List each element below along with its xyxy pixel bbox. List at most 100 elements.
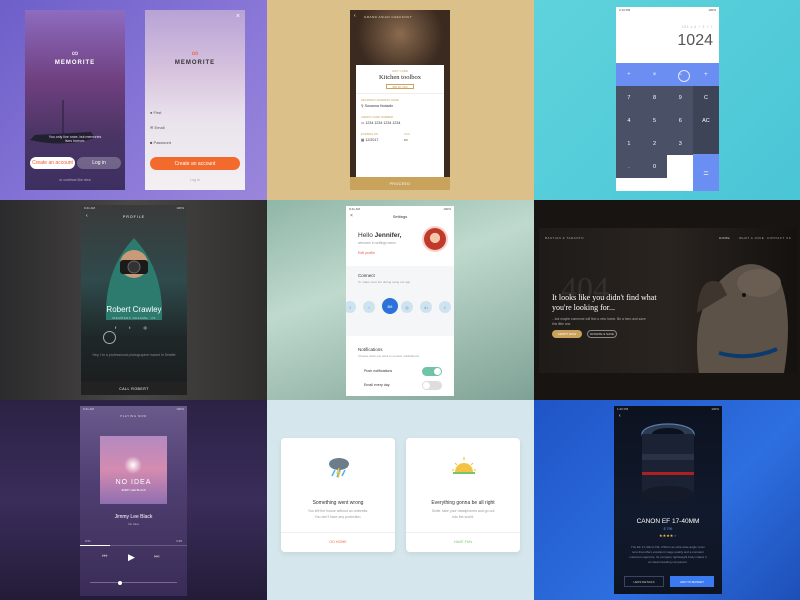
cover-title: NO IDEA [115,479,152,486]
album-name: No Idea [128,522,139,526]
social-connect-icon[interactable]: in [420,301,432,313]
donate-button[interactable]: DONATE & SAVE [587,330,617,338]
social-connect-icon[interactable]: ✓ [439,301,451,313]
shot-state-cards: Something went wrong You left the house … [267,400,534,600]
proceed-button[interactable]: PROCEED [350,177,450,190]
volume-slider[interactable] [90,580,177,585]
email-every-day-toggle[interactable] [422,381,442,390]
song-title: Jimmy Lee Black [114,514,153,520]
calc-key[interactable]: 9 [667,86,694,109]
lens-details-button[interactable]: LENS DETAILS [624,576,664,587]
product-title: Kitchen toolbox [378,74,422,81]
first-name-field[interactable]: ● First [150,110,161,115]
remaining-time: 3:35 [176,539,182,543]
name-input[interactable]: ⚲ Susanna Hodadin [361,104,393,108]
password-field[interactable]: ■ Password [150,140,171,145]
dog-photo [697,264,788,373]
calc-key[interactable]: × [642,63,668,86]
checkout-header: GRAND ASIAN CHECKOUT [364,15,413,19]
calc-key[interactable]: 5 [641,109,668,132]
shot-memorite: ∞ MEMORITE You only live once, but memor… [0,0,267,200]
status-time: 1:20 PM [617,407,629,411]
product-screen: 1:20 PM 100% ‹ CANON EF 17-40MM $ 799 ★★… [614,406,722,594]
calc-key[interactable]: 0 [641,155,668,178]
calc-key[interactable]: 2 [641,132,668,155]
notifications-subtitle: Choose what you want to receive notifica… [358,354,419,358]
back-arrow-icon[interactable]: ‹ [354,13,356,19]
battery-status: 100% [176,407,184,411]
adopt-button[interactable]: ADOPT NOW [552,330,582,338]
close-icon[interactable]: × [236,13,240,20]
error-line-1: You left the house without an umbrella. [307,509,369,513]
settings-title: Settings [392,214,408,219]
calc-key[interactable]: + [693,63,719,86]
calc-key[interactable]: 6 [667,109,694,132]
add-to-basket-button[interactable]: ADD TO BASKET [670,576,714,587]
greeting-subtitle: welcome in settings menu [358,241,396,245]
create-account-button[interactable]: Create an account [30,157,75,169]
avatar[interactable] [424,228,446,250]
email-field[interactable]: ✉ Email [150,125,164,130]
album-cover: NO IDEA JIMMY LEE BLACK [100,436,167,504]
calc-key[interactable]: . [616,155,642,178]
calc-key[interactable]: 3 [667,132,694,155]
create-account-button[interactable]: Create an account [150,157,240,170]
cvc-input[interactable]: ••• [404,138,408,142]
rain-cloud-icon [329,458,349,479]
push-notifications-label: Push notifications [364,369,393,373]
shot-settings: 9:41 AM 100% × Settings Hello Jennifer, … [267,200,534,400]
connect-section: Connect To make more fun during using ou… [346,266,454,336]
continue-link[interactable]: or continue like view [25,178,125,182]
calc-key[interactable]: 4 [616,109,642,132]
greeting: Hello Jennifer, [358,232,402,239]
calc-key[interactable]: AC [693,109,719,132]
calc-key[interactable]: ÷ [616,63,642,86]
description-line-1: The EF 17-40mm f/4L USM is an ultra wide… [631,545,705,549]
social-connect-icon[interactable]: ◎ [401,301,413,313]
calc-key[interactable]: 7 [616,86,642,109]
next-icon[interactable]: ⏭ [154,554,159,561]
login-button[interactable]: Log in [77,157,121,169]
equals-button[interactable]: = [693,154,719,191]
social-connect-icon[interactable]: f [346,301,356,313]
gift-card-form: GIFT CARD Kitchen toolbox $59.00 USD REC… [356,65,444,177]
success-line-1: Smile, take your headphones and go out [431,509,495,513]
push-notifications-toggle[interactable] [422,367,442,376]
calc-key[interactable]: − [667,63,693,86]
nav-what-a-joke[interactable]: WHAT A JOKE [739,236,764,240]
shot-checkout: ‹ GRAND ASIAN CHECKOUT GIFT CARD Kitchen… [267,0,534,200]
play-icon[interactable]: ▶ [128,552,135,563]
call-button[interactable]: CALL ROBERT [81,382,187,395]
expiry-input[interactable]: ▦ 12/2017 [361,138,378,142]
sunrise-icon [452,457,476,474]
calc-key[interactable]: C [693,86,719,109]
subtext-line-1: ...but maybe someone will find a new hom… [552,317,646,321]
edit-profile-link[interactable]: Edit profile [358,251,375,255]
social-connect-icon[interactable]: Bē [382,298,398,314]
progress-track[interactable] [80,545,187,546]
calc-key[interactable]: 1 [616,132,642,155]
memorite-welcome-screen: ∞ MEMORITE You only live once, but memor… [25,10,125,190]
battery-status: 100% [708,8,716,12]
brand-logo[interactable]: BASTIAN & TARANTO [545,236,584,240]
social-icons[interactable]: f t ◎ [81,325,187,330]
card-number-input[interactable]: ▭ 1234 1234 1234 1234 [361,121,400,125]
shot-music-player: 9:41 AM 100% PLAYING NOW NO IDEA JIMMY L… [0,400,267,600]
nav-contact[interactable]: CONTACT US [767,236,791,240]
previous-icon[interactable]: ⏮ [102,554,107,561]
profile-name: Robert Crawley [106,305,162,314]
description-line-2: lens that offers excellent image quality… [632,550,704,554]
elapsed-time: 0:51 [85,539,91,543]
error-line-2: You don't have any protection. [314,515,362,519]
volume-knob[interactable] [118,580,122,585]
login-link[interactable]: Log in [145,178,245,182]
price-badge: $59.00 USD [386,84,414,89]
back-arrow-icon[interactable]: ‹ [619,413,621,419]
battery-status: 100% [711,407,719,411]
have-fun-button[interactable]: HAVE FUN [406,540,520,544]
social-connect-icon[interactable]: t [363,301,375,313]
calc-key[interactable]: 8 [641,86,668,109]
headline-line-2: you're looking for... [552,303,615,312]
nav-home[interactable]: HOME [719,236,730,240]
go-home-button[interactable]: GO HOME [281,540,395,544]
